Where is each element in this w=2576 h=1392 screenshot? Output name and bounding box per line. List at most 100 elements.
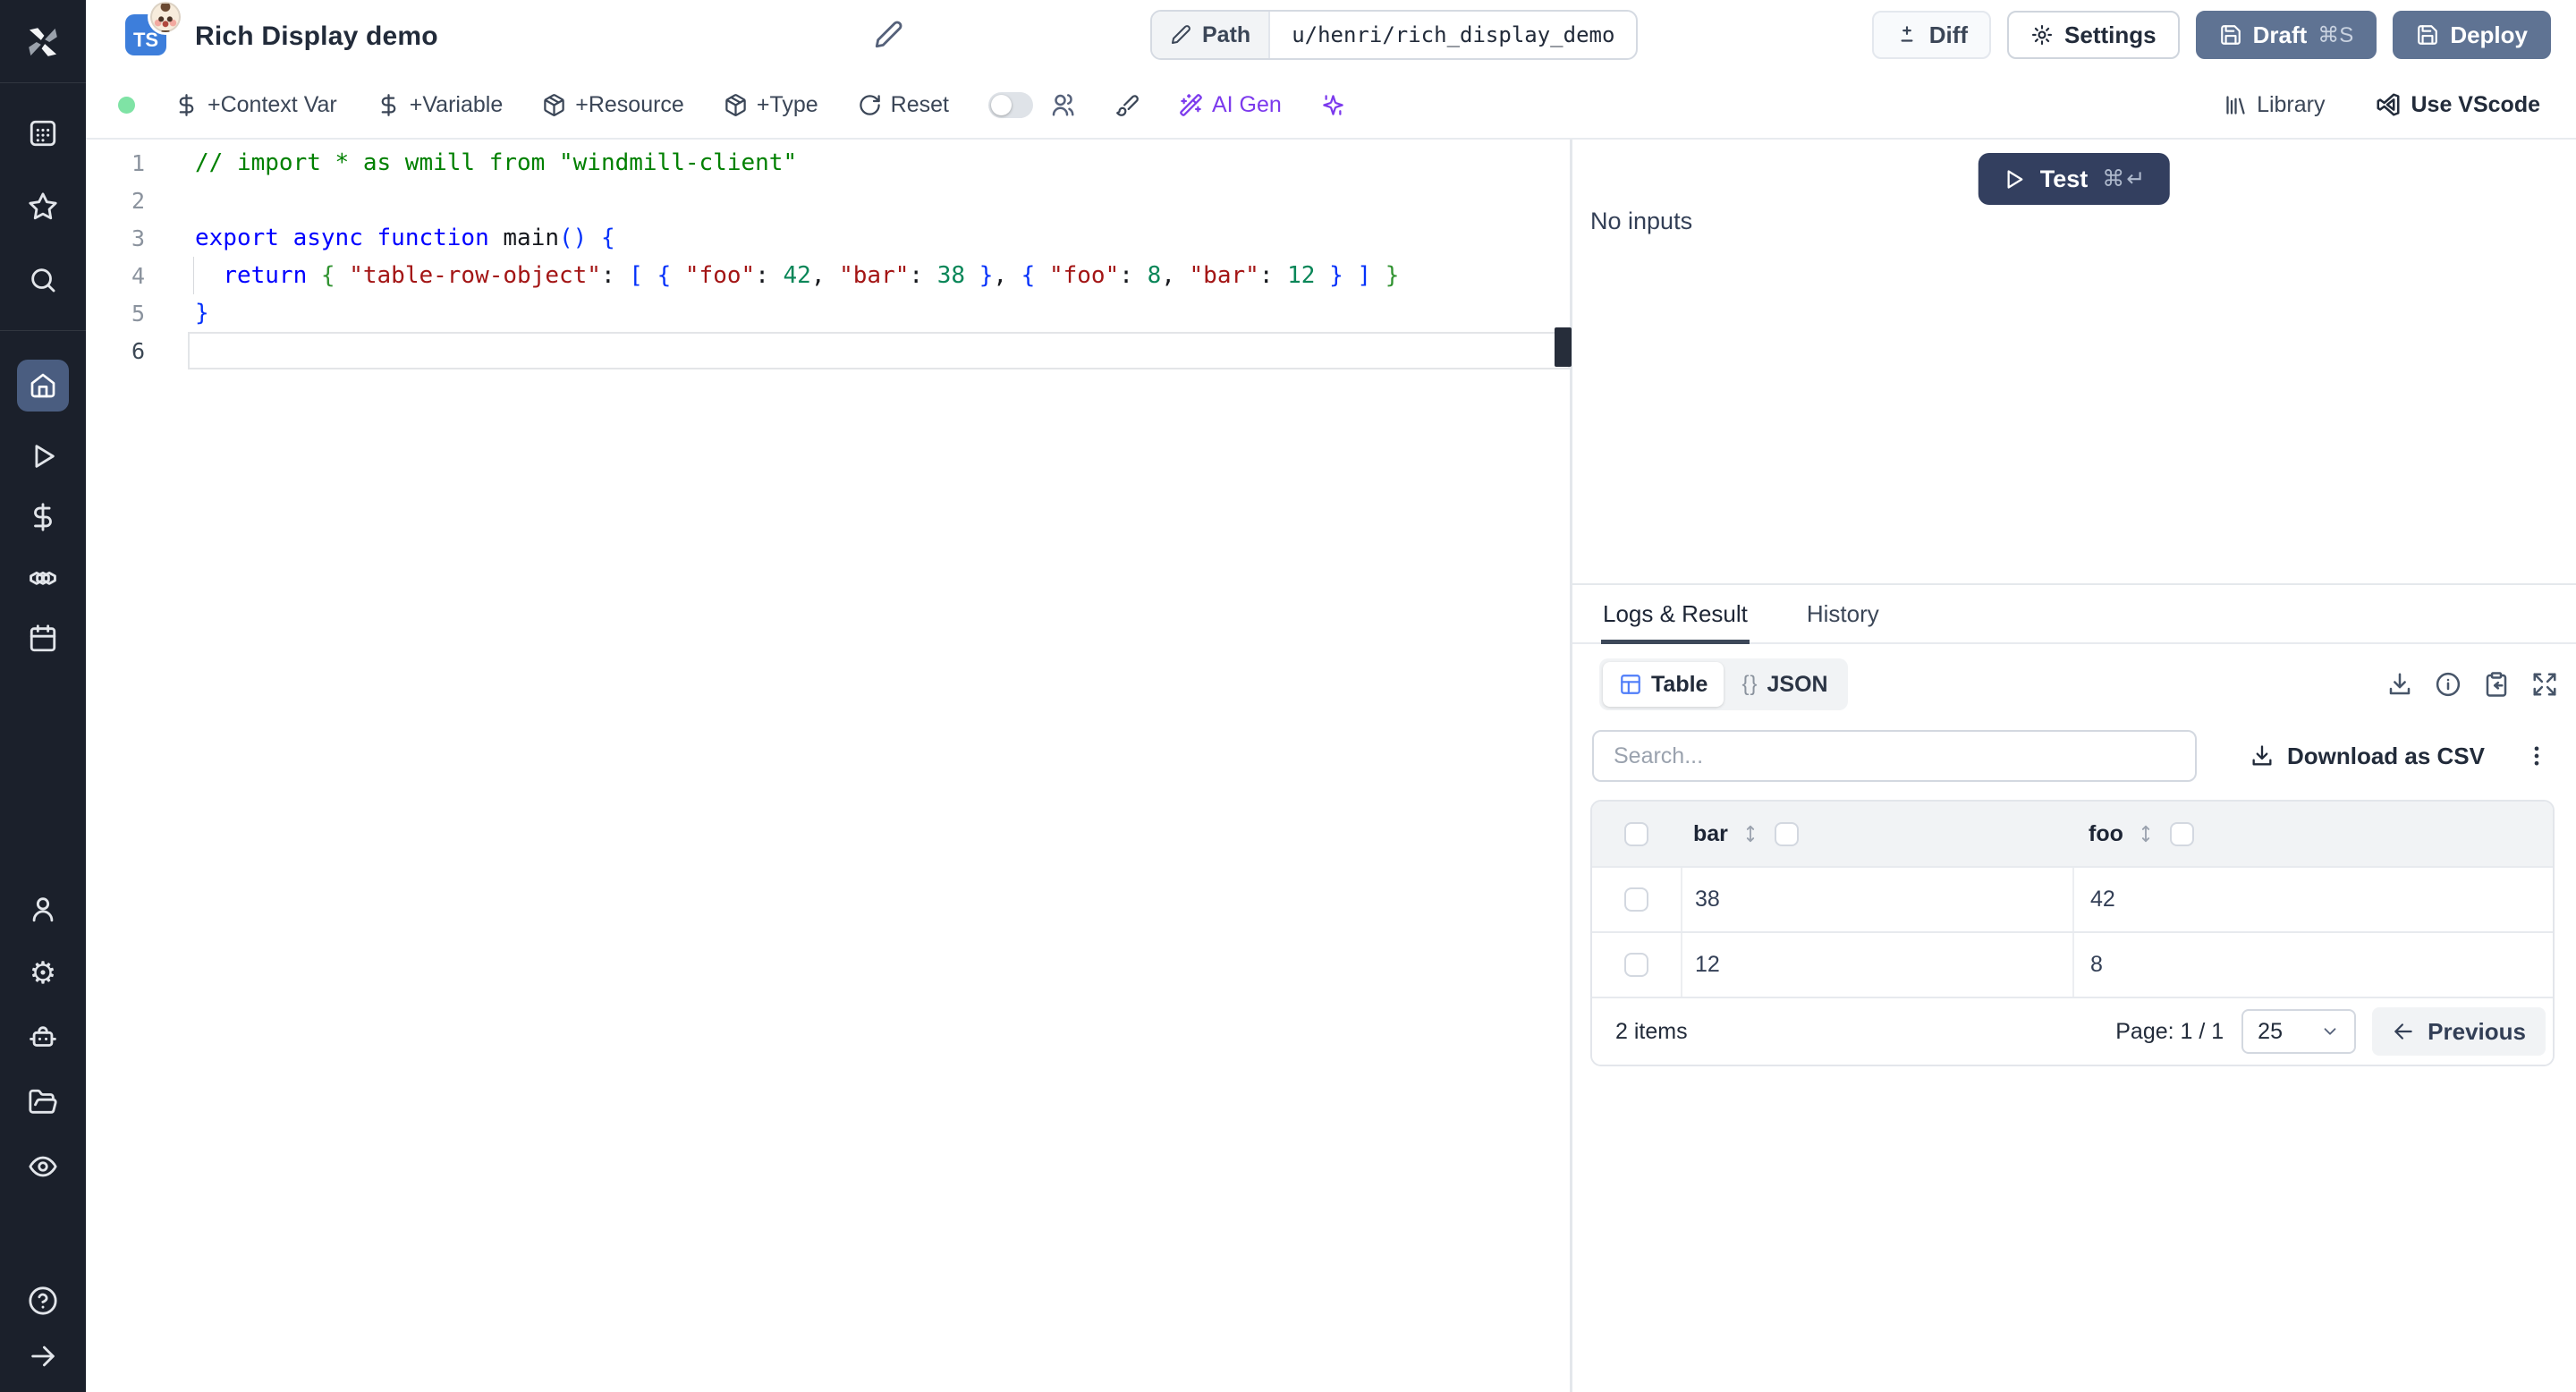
wand-icon bbox=[1180, 93, 1202, 116]
help-icon[interactable] bbox=[27, 1285, 59, 1317]
download-result-icon[interactable] bbox=[2386, 671, 2413, 698]
column-header-foo[interactable]: foo bbox=[2089, 821, 2123, 847]
sparkles-icon[interactable] bbox=[1321, 93, 1345, 117]
refresh-icon bbox=[859, 94, 880, 115]
code-line-content: } bbox=[195, 300, 209, 327]
cell-bar: 38 bbox=[1695, 887, 1720, 912]
column-checkbox-foo[interactable] bbox=[2169, 821, 2194, 846]
settings-button[interactable]: Settings bbox=[2007, 11, 2180, 59]
diff-button[interactable]: Diff bbox=[1871, 11, 1992, 59]
code-editor[interactable]: 1 // import * as wmill from "windmill-cli… bbox=[86, 140, 1570, 1392]
path-pencil-icon bbox=[1170, 24, 1191, 46]
dollar-icon[interactable] bbox=[27, 501, 59, 533]
braces-icon: {} bbox=[1741, 672, 1758, 696]
code-line-content bbox=[188, 332, 1570, 369]
path-label: Path bbox=[1202, 21, 1251, 47]
play-icon[interactable] bbox=[27, 440, 59, 472]
code-line[interactable]: 2 bbox=[86, 182, 1570, 219]
header: TS Rich Display demo Path u/henri/rich_d… bbox=[86, 0, 2576, 72]
table-icon bbox=[1621, 675, 1640, 694]
code-line-content bbox=[188, 182, 1570, 219]
multiplayer-toggle[interactable] bbox=[987, 91, 1033, 118]
select-all-checkbox[interactable] bbox=[1624, 821, 1648, 846]
format-code-button[interactable] bbox=[1115, 93, 1140, 117]
items-count: 2 items bbox=[1615, 1018, 1688, 1044]
gear-icon[interactable]: ⚙ bbox=[27, 957, 59, 989]
star-icon[interactable] bbox=[27, 191, 59, 223]
line-number: 5 bbox=[131, 300, 145, 327]
results-tabs: Logs & Result History bbox=[1572, 585, 2576, 644]
boxes-icon[interactable] bbox=[27, 562, 59, 594]
reset-button[interactable]: Reset bbox=[858, 92, 949, 118]
home-icon[interactable] bbox=[17, 360, 69, 412]
add-type-button[interactable]: +Type bbox=[724, 92, 818, 118]
code-line-content: return { "table-row-object": [ { "foo": … bbox=[188, 257, 1570, 294]
row-checkbox[interactable] bbox=[1624, 953, 1648, 977]
windmill-logo[interactable] bbox=[22, 14, 64, 70]
test-button[interactable]: Test ⌘↵ bbox=[1978, 153, 2171, 205]
table-row: 12 8 bbox=[1592, 931, 2553, 997]
apps-icon[interactable] bbox=[27, 117, 59, 149]
add-resource-button[interactable]: +Resource bbox=[542, 92, 684, 118]
vscode-icon bbox=[2377, 93, 2400, 116]
code-line[interactable]: 5} bbox=[86, 294, 1570, 332]
draft-button[interactable]: Draft ⌘S bbox=[2195, 11, 2377, 59]
page-size-select[interactable]: 25 bbox=[2241, 1009, 2357, 1054]
ai-gen-button[interactable]: AI Gen bbox=[1179, 92, 1282, 118]
view-toggle-table[interactable]: Table bbox=[1603, 662, 1724, 707]
sidebar-divider bbox=[0, 82, 86, 83]
line-number: 2 bbox=[131, 187, 145, 214]
diff-icon bbox=[1901, 26, 1913, 42]
expand-icon[interactable] bbox=[2531, 671, 2558, 698]
add-variable-button[interactable]: +Variable bbox=[377, 92, 503, 118]
edit-summary-pencil-icon[interactable] bbox=[873, 20, 903, 55]
code-line[interactable]: 3 export async function main() { bbox=[86, 219, 1570, 257]
gear-icon bbox=[2031, 24, 2053, 46]
view-toggle: Table {} JSON bbox=[1599, 658, 1848, 710]
arrow-right-icon[interactable] bbox=[27, 1340, 59, 1372]
test-shortcut: ⌘↵ bbox=[2102, 166, 2148, 191]
previous-page-button[interactable]: Previous bbox=[2372, 1007, 2546, 1056]
calendar-icon[interactable] bbox=[27, 623, 59, 655]
brush-icon bbox=[1116, 94, 1139, 116]
eye-icon[interactable] bbox=[27, 1150, 59, 1183]
info-icon[interactable] bbox=[2435, 671, 2462, 698]
line-number: 6 bbox=[131, 337, 145, 364]
folder-icon[interactable] bbox=[27, 1086, 59, 1118]
column-checkbox-bar[interactable] bbox=[1774, 821, 1799, 846]
column-header-bar[interactable]: bar bbox=[1693, 821, 1728, 847]
package-icon bbox=[544, 93, 564, 116]
search-icon[interactable] bbox=[27, 264, 59, 296]
sort-icon[interactable] bbox=[1741, 822, 1760, 845]
kebab-menu-icon[interactable] bbox=[2524, 743, 2549, 768]
baby-emoji-icon bbox=[150, 2, 181, 32]
preview-pane: Test ⌘↵ No inputs bbox=[1572, 140, 2576, 583]
windmill-app: ⚙ TS Rich Display demo Path u/henri/rich… bbox=[0, 0, 2576, 1392]
code-line[interactable]: 1 // import * as wmill from "windmill-cli… bbox=[86, 144, 1570, 182]
page-indicator: Page: 1 / 1 bbox=[2115, 1018, 2224, 1044]
tab-logs-result[interactable]: Logs & Result bbox=[1601, 585, 1750, 644]
path-value[interactable]: u/henri/rich_display_demo bbox=[1270, 12, 1636, 58]
library-button[interactable]: Library bbox=[2224, 92, 2325, 118]
code-line[interactable]: 4 return { "table-row-object": [ { "foo"… bbox=[86, 257, 1570, 294]
splitter-drag-handle[interactable] bbox=[1555, 327, 1572, 367]
download-csv-button[interactable]: Download as CSV bbox=[2250, 743, 2485, 770]
path-field[interactable]: Path u/henri/rich_display_demo bbox=[1150, 10, 1639, 60]
sidebar-divider bbox=[0, 330, 86, 331]
play-icon bbox=[2007, 169, 2023, 189]
view-toggle-json[interactable]: {} JSON bbox=[1725, 662, 1843, 707]
robot-icon[interactable] bbox=[27, 1022, 59, 1054]
tab-history[interactable]: History bbox=[1805, 585, 1881, 642]
cell-bar: 12 bbox=[1695, 952, 1720, 977]
clipboard-copy-icon[interactable] bbox=[2483, 671, 2510, 698]
result-table: bar foo 38 42 12 8 2 items Page: 1 / 1 2… bbox=[1590, 800, 2555, 1066]
deploy-button[interactable]: Deploy bbox=[2393, 11, 2551, 59]
search-input[interactable] bbox=[1592, 730, 2197, 782]
add-context-var-button[interactable]: +Context Var bbox=[174, 92, 337, 118]
user-icon[interactable] bbox=[27, 893, 59, 925]
dollar-icon bbox=[179, 93, 194, 116]
row-checkbox[interactable] bbox=[1624, 887, 1648, 912]
sort-icon[interactable] bbox=[2136, 822, 2156, 845]
code-line[interactable]: 6 bbox=[86, 332, 1570, 369]
use-vscode-button[interactable]: Use VScode bbox=[2375, 91, 2540, 118]
